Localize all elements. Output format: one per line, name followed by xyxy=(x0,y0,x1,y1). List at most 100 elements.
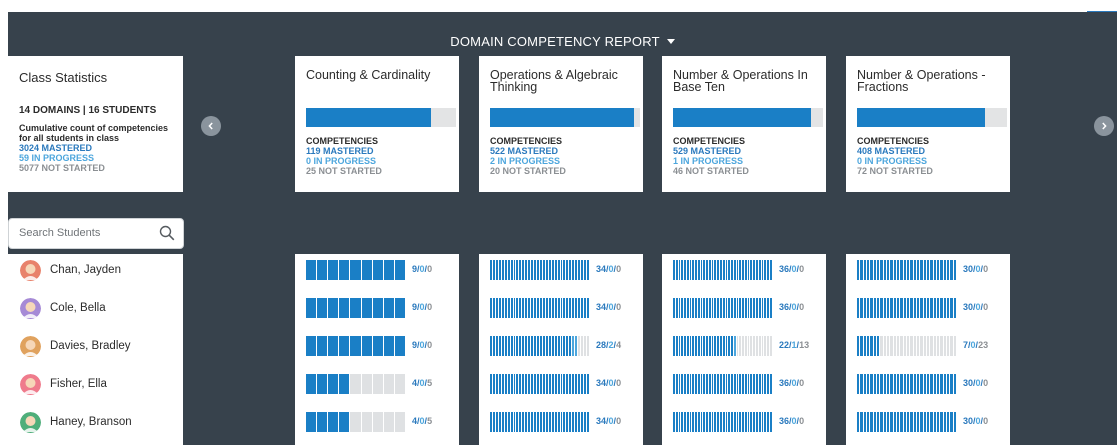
student-progress-row[interactable]: 36/0/0 xyxy=(673,298,823,318)
student-progress-row[interactable]: 30/0/0 xyxy=(857,374,1007,394)
student-progress-row[interactable]: 36/0/0 xyxy=(673,260,823,280)
mastered-segment xyxy=(339,412,351,432)
student-progress-row[interactable]: 22/1/13 xyxy=(673,336,823,356)
student-name[interactable]: Chan, Jayden xyxy=(50,264,121,276)
search-icon[interactable] xyxy=(159,225,175,241)
student-row[interactable]: Fisher, Ella xyxy=(8,369,183,399)
student-row[interactable]: Haney, Branson xyxy=(8,407,183,437)
mastered-count: 36 xyxy=(779,302,790,312)
student-name[interactable]: Fisher, Ella xyxy=(50,378,107,390)
not-started-count: 0 xyxy=(427,340,433,350)
mastered-segment xyxy=(769,412,773,432)
student-name[interactable]: Davies, Bradley xyxy=(50,340,131,352)
domain-title[interactable]: Number & Operations In Base Ten xyxy=(673,69,815,107)
student-progress-row[interactable]: 7/0/23 xyxy=(857,336,1007,356)
not-started-count: 0 xyxy=(799,264,805,274)
mastered-count: 34 xyxy=(596,264,607,274)
not-started-segment xyxy=(372,374,384,394)
mastered-segment xyxy=(328,374,340,394)
student-progress-row[interactable]: 9/0/0 xyxy=(306,260,456,280)
progress-count-label: 4/0/5 xyxy=(412,416,432,426)
domain-card[interactable]: Number & Operations In Base Ten COMPETEN… xyxy=(662,56,826,192)
student-progress-row[interactable]: 4/0/5 xyxy=(306,374,456,394)
mastered-segment xyxy=(769,374,773,394)
domain-title[interactable]: Counting & Cardinality xyxy=(306,69,448,107)
not-started-count: 5 xyxy=(427,416,433,426)
mastered-segment xyxy=(306,412,318,432)
student-progress-row[interactable]: 36/0/0 xyxy=(673,412,823,432)
not-started-segment xyxy=(953,336,957,356)
student-progress-row[interactable]: 30/0/0 xyxy=(857,260,1007,280)
student-progress-row[interactable]: 34/0/0 xyxy=(490,412,640,432)
student-progress-row[interactable]: 36/0/0 xyxy=(673,374,823,394)
competency-segment-bar xyxy=(490,298,590,318)
student-progress-row[interactable]: 34/0/0 xyxy=(490,260,640,280)
next-domains-button[interactable] xyxy=(1094,116,1114,136)
student-row[interactable]: Davies, Bradley xyxy=(8,331,183,361)
not-started-count: 0 xyxy=(983,416,989,426)
student-progress-row[interactable]: 34/0/0 xyxy=(490,298,640,318)
report-header[interactable]: DOMAIN COMPETENCY REPORT xyxy=(8,34,1117,49)
student-avatar xyxy=(20,297,41,319)
domain-card[interactable]: Counting & Cardinality COMPETENCIES 119 … xyxy=(295,56,459,192)
not-started-segment xyxy=(383,374,395,394)
domain-card[interactable]: Number & Operations - Fractions COMPETEN… xyxy=(846,56,1010,192)
student-progress-row[interactable]: 9/0/0 xyxy=(306,298,456,318)
mastered-count: 30 xyxy=(963,416,974,426)
mastered-count: 30 xyxy=(963,302,974,312)
not-started-count: 0 xyxy=(983,264,989,274)
progress-count-label: 4/0/5 xyxy=(412,378,432,388)
competency-segment-bar xyxy=(857,336,957,356)
domain-not-started-count: 25 NOT STARTED xyxy=(306,166,382,176)
student-progress-row[interactable]: 4/0/5 xyxy=(306,412,456,432)
student-name[interactable]: Haney, Branson xyxy=(50,416,132,428)
student-avatar xyxy=(20,259,41,281)
mastered-segment xyxy=(339,336,351,356)
student-avatar xyxy=(20,373,41,395)
student-progress-row[interactable]: 9/0/0 xyxy=(306,336,456,356)
domain-in-progress-count: 0 IN PROGRESS xyxy=(857,156,928,166)
not-started-count: 0 xyxy=(616,264,622,274)
progress-count-label: 7/0/23 xyxy=(963,340,988,350)
not-started-count: 0 xyxy=(616,378,622,388)
student-progress-row[interactable]: 34/0/0 xyxy=(490,374,640,394)
competency-segment-bar xyxy=(490,412,590,432)
student-avatar xyxy=(20,411,41,433)
mastered-segment xyxy=(953,374,957,394)
mastered-segment xyxy=(317,412,329,432)
report-panel: DOMAIN COMPETENCY REPORT Class Statistic… xyxy=(8,12,1117,445)
student-progress-row[interactable]: 28/2/4 xyxy=(490,336,640,356)
not-started-count: 0 xyxy=(427,264,433,274)
not-started-count: 4 xyxy=(616,340,622,350)
prev-domains-button[interactable] xyxy=(201,116,221,136)
student-progress-row[interactable]: 30/0/0 xyxy=(857,298,1007,318)
student-progress-row[interactable]: 30/0/0 xyxy=(857,412,1007,432)
not-started-segment xyxy=(372,412,384,432)
domain-title[interactable]: Number & Operations - Fractions xyxy=(857,69,999,107)
progress-count-label: 36/0/0 xyxy=(779,378,804,388)
progress-count-label: 28/2/4 xyxy=(596,340,621,350)
competency-segment-bar xyxy=(857,260,957,280)
class-not-started-count: 5077 NOT STARTED xyxy=(19,163,105,173)
mastered-count: 34 xyxy=(596,378,607,388)
domain-title[interactable]: Operations & Algebraic Thinking xyxy=(490,69,632,107)
search-students-field[interactable] xyxy=(8,218,184,249)
domain-card[interactable]: Operations & Algebraic Thinking COMPETEN… xyxy=(479,56,643,192)
student-row[interactable]: Cole, Bella xyxy=(8,293,183,323)
search-students-input[interactable] xyxy=(19,227,149,239)
competency-segment-bar xyxy=(857,298,957,318)
caret-down-icon[interactable] xyxy=(666,39,675,45)
progress-count-label: 30/0/0 xyxy=(963,302,988,312)
report-title[interactable]: DOMAIN COMPETENCY REPORT xyxy=(450,34,659,49)
student-row[interactable]: Chan, Jayden xyxy=(8,255,183,285)
mastered-segment xyxy=(586,298,590,318)
not-started-count: 0 xyxy=(616,302,622,312)
competency-segment-bar xyxy=(306,374,406,394)
competency-segment-bar xyxy=(306,412,406,432)
not-started-count: 13 xyxy=(799,340,810,350)
domain-progress-column: 36/0/0 36/0/0 22/1/13 36/0/0 36/0/0 xyxy=(662,254,826,445)
progress-count-label: 22/1/13 xyxy=(779,340,809,350)
mastered-segment xyxy=(328,298,340,318)
mastered-segment xyxy=(339,374,351,394)
student-name[interactable]: Cole, Bella xyxy=(50,302,106,314)
